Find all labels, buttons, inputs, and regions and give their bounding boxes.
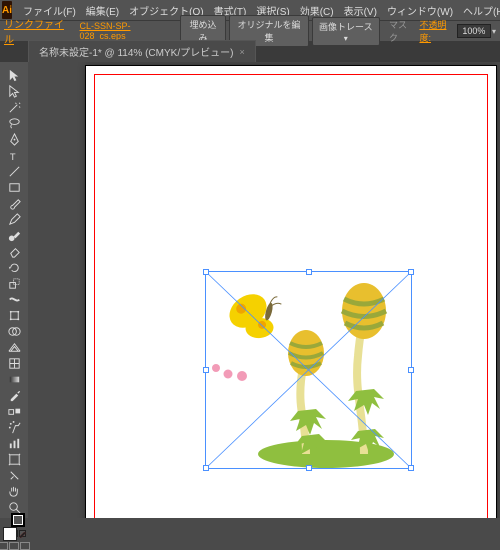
scale-tool[interactable]	[3, 276, 25, 291]
menu-view[interactable]: 表示(V)	[339, 3, 382, 18]
selection-bounding-box[interactable]	[205, 271, 412, 469]
hand-tool[interactable]	[3, 484, 25, 499]
drawing-mode-icons[interactable]	[0, 542, 30, 550]
artboard-tool[interactable]	[3, 452, 25, 467]
toolbox: T	[0, 62, 28, 518]
document-tab-title: 名称未設定-1* @ 114% (CMYK/プレビュー)	[39, 44, 233, 59]
fill-swatch[interactable]	[3, 527, 17, 541]
image-trace-button[interactable]: 画像トレース	[312, 17, 380, 46]
type-tool[interactable]: T	[3, 148, 25, 163]
mask-button[interactable]: マスク	[389, 18, 414, 44]
blend-tool[interactable]	[3, 404, 25, 419]
rectangle-tool[interactable]	[3, 180, 25, 195]
pencil-tool[interactable]	[3, 212, 25, 227]
document-tab-bar: 名称未設定-1* @ 114% (CMYK/プレビュー) ×	[0, 42, 500, 62]
resize-handle-bc[interactable]	[306, 465, 312, 471]
line-tool[interactable]	[3, 164, 25, 179]
symbol-sprayer-tool[interactable]	[3, 420, 25, 435]
resize-handle-tl[interactable]	[203, 269, 209, 275]
blob-brush-tool[interactable]	[3, 228, 25, 243]
eyedropper-tool[interactable]	[3, 388, 25, 403]
gradient-tool[interactable]	[3, 372, 25, 387]
magic-wand-tool[interactable]	[3, 100, 25, 115]
control-bar: リンクファイル CL-SSN-SP-028_cs.eps 埋め込み オリジナルを…	[0, 20, 500, 42]
document-tab[interactable]: 名称未設定-1* @ 114% (CMYK/プレビュー) ×	[28, 40, 256, 62]
opacity-input[interactable]: 100%	[457, 24, 491, 38]
close-tab-icon[interactable]: ×	[239, 47, 244, 57]
paintbrush-tool[interactable]	[3, 196, 25, 211]
free-transform-tool[interactable]	[3, 308, 25, 323]
resize-handle-tc[interactable]	[306, 269, 312, 275]
eraser-tool[interactable]	[3, 244, 25, 259]
resize-handle-mr[interactable]	[408, 367, 414, 373]
opacity-dropdown-icon[interactable]: ▾	[492, 27, 496, 36]
resize-handle-tr[interactable]	[408, 269, 414, 275]
canvas[interactable]	[28, 62, 500, 518]
rotate-tool[interactable]	[3, 260, 25, 275]
workspace: T	[0, 62, 500, 518]
stroke-swatch[interactable]	[11, 513, 25, 527]
linked-filename[interactable]: CL-SSN-SP-028_cs.eps	[80, 21, 168, 41]
perspective-grid-tool[interactable]	[3, 340, 25, 355]
menu-window[interactable]: ウィンドウ(W)	[382, 3, 458, 18]
selection-tool[interactable]	[3, 68, 25, 83]
width-tool[interactable]	[3, 292, 25, 307]
menu-help[interactable]: ヘルプ(H)	[458, 3, 500, 18]
mesh-tool[interactable]	[3, 356, 25, 371]
lasso-tool[interactable]	[3, 116, 25, 131]
resize-handle-ml[interactable]	[203, 367, 209, 373]
pen-tool[interactable]	[3, 132, 25, 147]
artboard[interactable]	[86, 66, 496, 518]
menu-edit[interactable]: 編集(E)	[81, 3, 124, 18]
column-graph-tool[interactable]	[3, 436, 25, 451]
resize-handle-bl[interactable]	[203, 465, 209, 471]
slice-tool[interactable]	[3, 468, 25, 483]
direct-selection-tool[interactable]	[3, 84, 25, 99]
opacity-label[interactable]: 不透明度:	[419, 18, 454, 44]
resize-handle-br[interactable]	[408, 465, 414, 471]
svg-text:T: T	[9, 152, 15, 162]
shape-builder-tool[interactable]	[3, 324, 25, 339]
